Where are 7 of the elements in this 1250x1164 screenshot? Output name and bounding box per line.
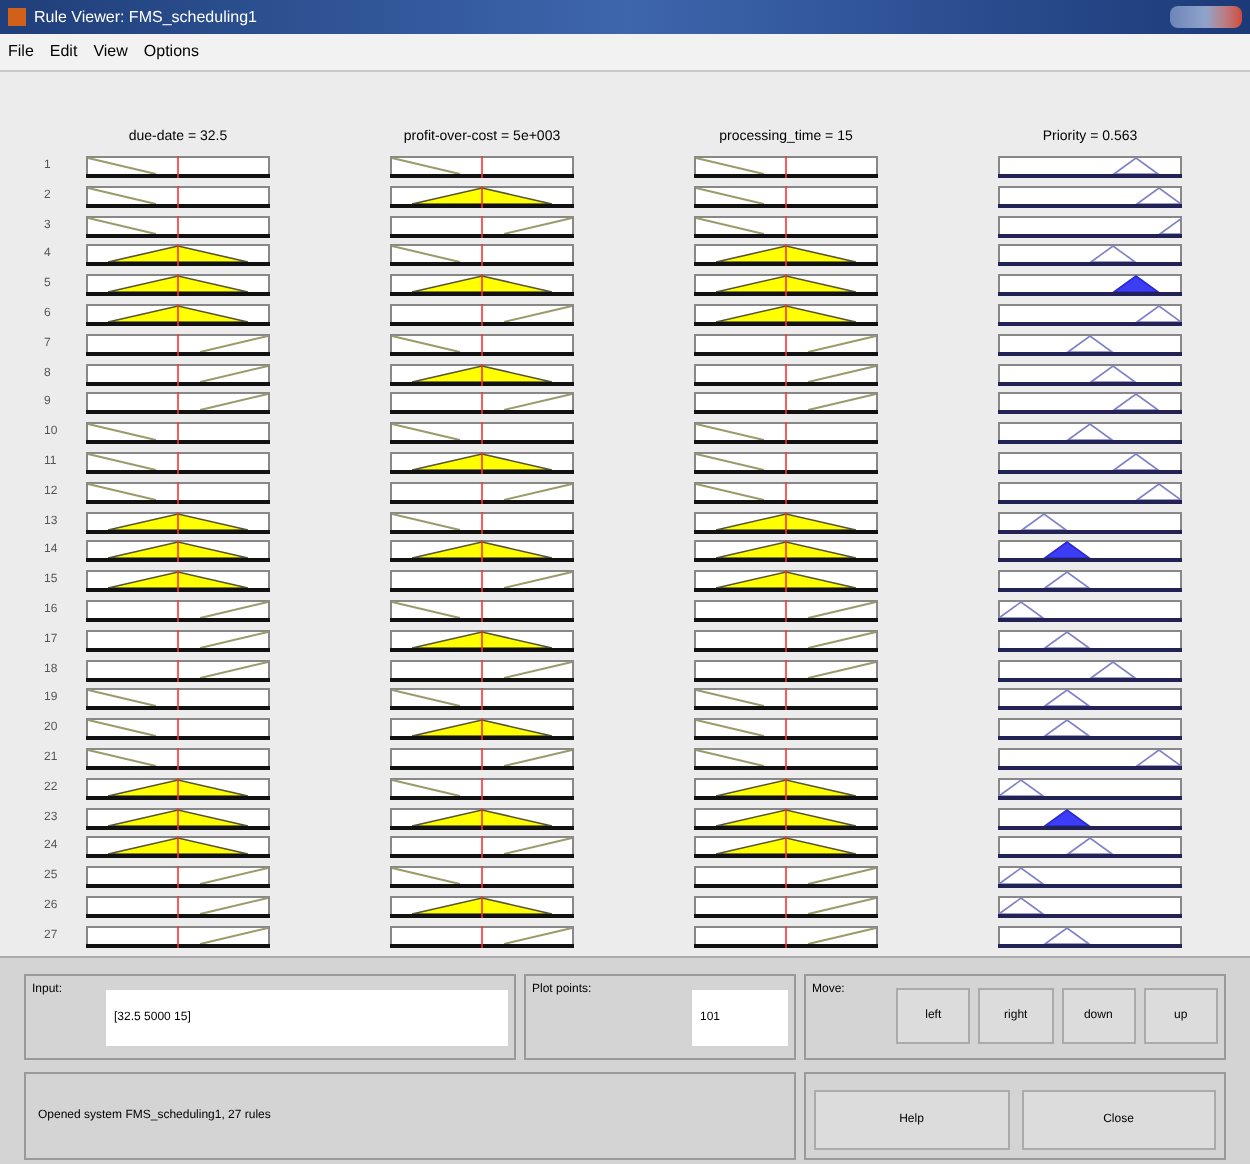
menu-item[interactable]: View — [93, 40, 128, 64]
menu-item[interactable]: Edit — [49, 40, 78, 64]
menu-item[interactable]: Options — [143, 40, 199, 64]
window-title: Rule Viewer: FMS_scheduling1 — [34, 5, 257, 29]
app-icon — [8, 8, 26, 26]
menu-item[interactable]: File — [8, 40, 34, 64]
window-controls-icon[interactable] — [1170, 6, 1242, 28]
